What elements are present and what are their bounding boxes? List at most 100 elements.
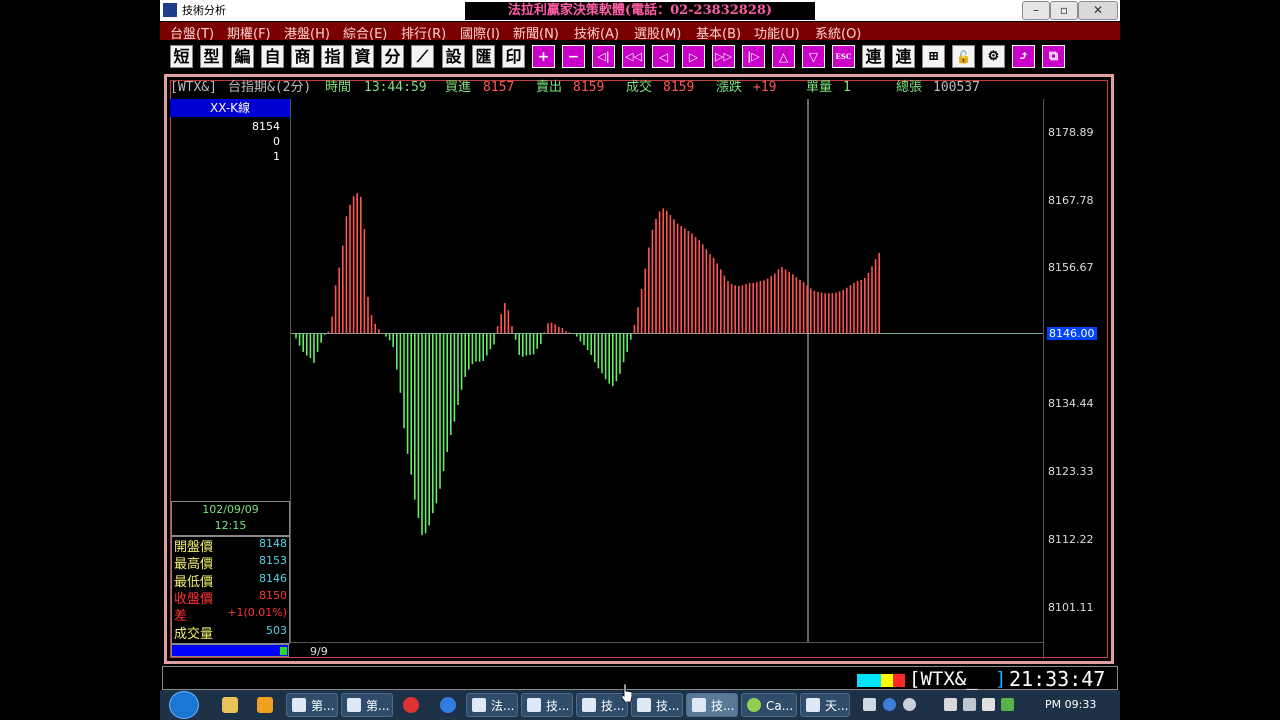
ohlc-label: 收盤價 <box>174 591 214 607</box>
tools-icon[interactable]: ⚙ <box>982 45 1005 68</box>
menu-international[interactable]: 國際(I) <box>460 23 500 42</box>
drive-icon[interactable] <box>1001 698 1014 711</box>
export-chart-icon[interactable]: ⤴ <box>1012 45 1035 68</box>
window-icon[interactable]: ⧉ <box>1042 45 1065 68</box>
settings-button[interactable]: 設 <box>442 45 465 68</box>
panel-value: 1 <box>273 150 280 163</box>
window-title: 技術分析 <box>182 4 226 17</box>
link-button-1[interactable]: 連 <box>862 45 885 68</box>
help-icon[interactable] <box>883 698 896 711</box>
date-axis: 9/9 <box>290 642 1043 660</box>
quote-bid: 8157 <box>483 80 515 95</box>
ohlc-row: 最高價 8153 <box>172 553 289 572</box>
app-chart-icon <box>163 3 177 17</box>
scroll-thumb[interactable] <box>280 647 287 655</box>
status-symbol: [WTX&_ <box>909 668 978 690</box>
zoom-in-icon[interactable]: + <box>532 45 555 68</box>
flag-icon[interactable] <box>944 698 957 711</box>
close-button[interactable]: ✕ <box>1078 1 1118 20</box>
print-button[interactable]: 印 <box>502 45 525 68</box>
quote-trade-label: 成交 <box>626 80 653 95</box>
fast-forward-icon[interactable]: ▷▷ <box>712 45 735 68</box>
fast-back-icon[interactable]: ◁◁ <box>622 45 645 68</box>
draw-line-icon[interactable]: ⟋ <box>411 45 434 68</box>
media-player-icon[interactable] <box>257 697 273 713</box>
restore-button[interactable]: ▫ <box>1050 1 1078 20</box>
zoom-out-icon[interactable]: − <box>562 45 585 68</box>
task-button[interactable]: 天... <box>800 693 850 717</box>
task-button[interactable]: 技... <box>631 693 683 717</box>
menu-ranking[interactable]: 排行(R) <box>401 23 446 42</box>
custom-button[interactable]: 自 <box>261 45 284 68</box>
ohlc-row: 最低價 8146 <box>172 571 289 590</box>
up-icon[interactable]: △ <box>772 45 795 68</box>
task-button[interactable]: 第... <box>286 693 338 717</box>
word-icon <box>292 698 306 712</box>
mouse-cursor-icon <box>622 684 632 702</box>
down-icon[interactable]: ▽ <box>802 45 825 68</box>
quote-trade: 8159 <box>663 80 695 95</box>
pattern-button[interactable]: 型 <box>200 45 223 68</box>
start-button[interactable] <box>169 691 199 719</box>
menu-system[interactable]: 系統(O) <box>815 23 861 42</box>
chart-plot-area[interactable] <box>290 99 1044 642</box>
indicator-button[interactable]: 指 <box>321 45 344 68</box>
network-icon[interactable] <box>963 698 976 711</box>
quote-total-label: 總張 <box>896 80 923 95</box>
price-tick: 8123.33 <box>1048 465 1094 478</box>
price-tick: 8146.00 <box>1047 326 1097 340</box>
task-button[interactable]: Ca... <box>741 693 797 717</box>
window-app-icon <box>806 698 820 712</box>
chart-app-icon <box>582 698 596 712</box>
menu-technical[interactable]: 技術(A) <box>574 23 619 42</box>
forward-icon[interactable]: ▷ <box>682 45 705 68</box>
menu-composite[interactable]: 綜合(E) <box>343 23 387 42</box>
quote-change-label: 漲跌 <box>716 80 743 95</box>
volume-icon[interactable] <box>982 698 995 711</box>
esc-icon[interactable]: ESC <box>832 45 855 68</box>
minimize-button[interactable]: – <box>1022 1 1050 20</box>
ie-icon[interactable] <box>440 697 456 713</box>
camtasia-icon <box>747 698 761 712</box>
first-icon[interactable]: ◁| <box>592 45 615 68</box>
status-color-box <box>869 674 881 687</box>
ohlc-row: 開盤價 8148 <box>172 536 289 555</box>
kline-header[interactable]: XX-K線 <box>170 99 290 117</box>
back-icon[interactable]: ◁ <box>652 45 675 68</box>
lock-icon[interactable]: 🔓 <box>952 45 975 68</box>
menu-stock-select[interactable]: 選股(M) <box>634 23 681 42</box>
task-button[interactable]: 技... <box>521 693 573 717</box>
export-button[interactable]: 匯 <box>472 45 495 68</box>
task-button[interactable]: 技... <box>576 693 628 717</box>
product-button[interactable]: 商 <box>291 45 314 68</box>
menu-hk[interactable]: 港盤(H) <box>284 23 330 42</box>
menu-taipan[interactable]: 台盤(T) <box>170 23 214 42</box>
app-banner: 法拉利贏家決策軟體(電話：02-23832828) <box>465 2 815 20</box>
settings-tray-icon[interactable] <box>903 698 916 711</box>
ohlc-value: 8146 <box>259 571 287 585</box>
quote-ask: 8159 <box>573 80 605 95</box>
menu-news[interactable]: 新聞(N) <box>513 23 559 42</box>
short-button[interactable]: 短 <box>170 45 193 68</box>
last-icon[interactable]: |▷ <box>742 45 765 68</box>
folder-icon[interactable] <box>222 697 238 713</box>
data-button[interactable]: 資 <box>351 45 374 68</box>
menu-futures[interactable]: 期權(F) <box>227 23 271 42</box>
chrome-icon[interactable] <box>403 697 419 713</box>
edit-button[interactable]: 編 <box>231 45 254 68</box>
ohlc-label: 差 <box>174 609 188 625</box>
layout-icon[interactable]: ⊞ <box>922 45 945 68</box>
task-button-active[interactable]: 技... <box>686 693 738 717</box>
scroll-bar[interactable] <box>171 644 289 657</box>
link-button-2[interactable]: 連 <box>892 45 915 68</box>
price-tick: 8178.89 <box>1048 125 1094 139</box>
minute-button[interactable]: 分 <box>381 45 404 68</box>
status-clock: 21:33:47 <box>1009 667 1106 691</box>
bar-time: 12:15 <box>214 519 247 532</box>
keyboard-icon[interactable] <box>863 698 876 711</box>
task-button[interactable]: 法... <box>466 693 518 717</box>
menu-function[interactable]: 功能(U) <box>754 23 800 42</box>
task-button[interactable]: 第... <box>341 693 393 717</box>
taskbar-clock[interactable]: PM 09:33 <box>1045 698 1096 711</box>
menu-fundamental[interactable]: 基本(B) <box>696 23 741 42</box>
